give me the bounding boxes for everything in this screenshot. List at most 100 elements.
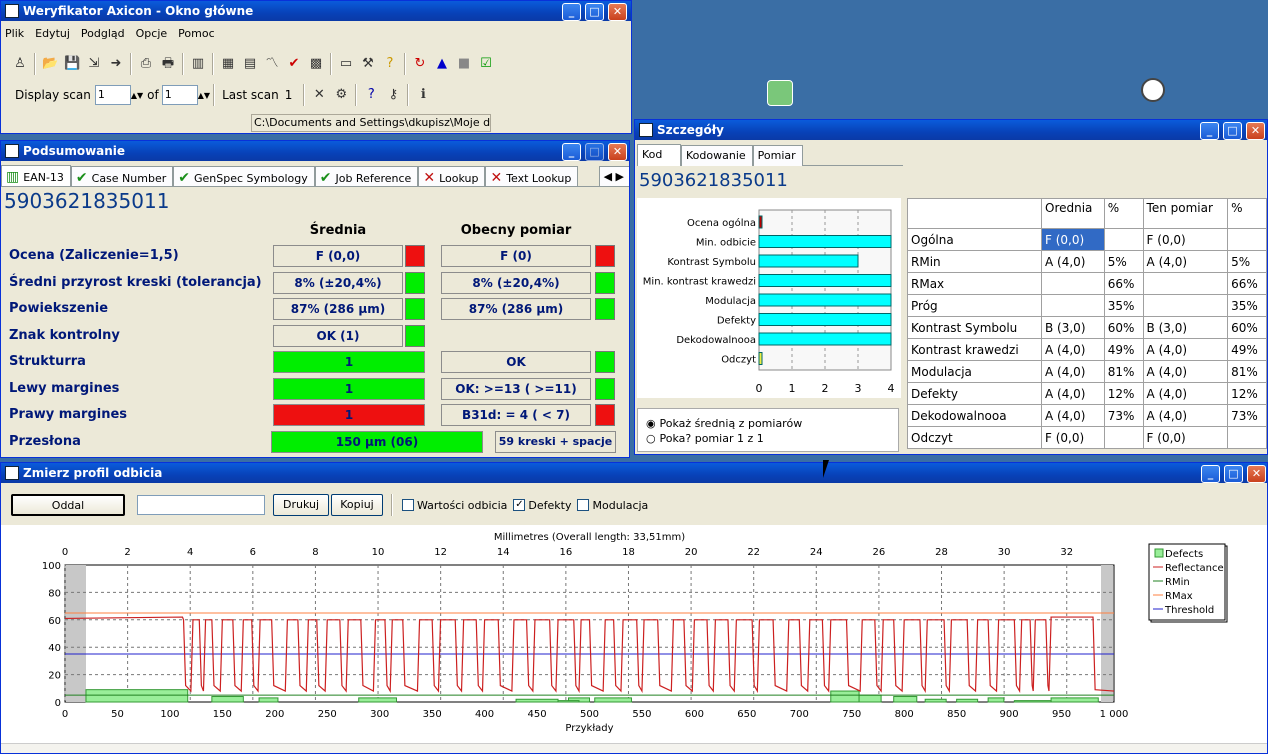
details-minimize-button[interactable]: _ [1200,122,1219,140]
header-cell: Ten pomiar [1142,198,1229,229]
details-window: Szczegóły _ □ ✕ Kod Kodowanie Pomiar 5903621… [634,119,1268,455]
table-icon[interactable]: ▤ [242,56,258,72]
table-cell: A (4,0) [1041,404,1105,427]
profile-title: Zmierz profil odbicia [23,466,163,480]
info-icon[interactable]: ℹ [415,87,431,103]
menu-opcje[interactable]: Opcje [132,27,175,40]
details-maximize-button[interactable]: □ [1223,122,1242,140]
export-icon[interactable]: ⇲ [86,56,102,72]
stop-icon[interactable]: ■ [456,56,472,72]
tab-case-number[interactable]: ✔ Case Number [70,166,174,186]
open-icon[interactable]: 📂 [42,56,58,72]
approve-icon[interactable]: ☑ [478,56,494,72]
printer-icon[interactable]: 🖶 [160,56,176,72]
code128-icon[interactable]: ▩ [308,56,324,72]
help-query-icon[interactable]: ? [382,56,398,72]
desktop-icon-network[interactable] [767,80,793,106]
tab-genspec-symbology[interactable]: ✔ GenSpec Symbology [173,166,315,186]
tab-pomiar[interactable]: Pomiar [752,145,803,166]
scan-spinner[interactable]: ▲▼ [131,91,143,100]
mod-checkbox[interactable] [577,499,590,511]
grade-bar-chart: Ocena ogólna Min. odbicie Kontrast Symbolu… [637,198,901,398]
bottom-axis-tick: 750 [842,709,861,720]
print-icon[interactable]: ⎙ [138,56,154,72]
legend-swatch [1154,548,1164,558]
bar [758,254,859,268]
avg-status-indicator [405,324,425,347]
radio-avg[interactable]: ◉ Pokaż średnią z pomiarów [646,417,898,430]
desktop-icon-gs1[interactable] [1141,78,1165,102]
copy-button[interactable]: Kopiuj [331,494,383,516]
profile-titlebar[interactable]: Zmierz profil odbicia _ □ ✕ [1,463,1267,483]
user-icon[interactable]: ♙ [12,56,28,72]
close-button[interactable]: ✕ [608,3,627,21]
menu-podgląd[interactable]: Podgląd [77,27,132,40]
tab-job-reference[interactable]: ✔ Job Reference [314,166,419,186]
tools-icon[interactable]: ⚒ [360,56,376,72]
display-scan-input[interactable]: 1 [94,85,131,105]
profile-maximize-button[interactable]: □ [1224,465,1243,483]
of-input[interactable]: 1 [161,85,198,105]
x-axis-label: Przykłady [565,723,613,734]
table-cell [1041,272,1105,295]
legend-label: RMax [1165,591,1193,602]
table-cell [1103,228,1144,251]
key-icon[interactable]: ⚷ [385,87,401,103]
menu-edytuj[interactable]: Edytuj [31,27,77,40]
avg-status-indicator [405,298,425,320]
summary-titlebar[interactable]: Podsumowanie _ □ ✕ [1,141,629,161]
table-cell: 81% [1227,360,1267,383]
summary-close-button[interactable]: ✕ [608,143,627,161]
navigate-icon[interactable]: ▲ [434,56,450,72]
clear-icon[interactable]: ✕ [311,87,327,103]
barcode-icon: ▥ [6,169,20,185]
profile-minimize-button[interactable]: _ [1201,465,1220,483]
minimize-button[interactable]: _ [562,3,581,21]
table-row: Defekty A (4,0) 12% A (4,0) 12% [907,382,1267,405]
settings-icon[interactable]: ⚙ [333,87,349,103]
main-titlebar[interactable]: Weryfikator Axicon - Okno główne _ □ ✕ [1,1,631,21]
defect-bar [258,697,279,703]
tab-text-lookup[interactable]: ✕ Text Lookup [485,166,579,186]
top-axis-tick: 26 [873,547,886,558]
refresh-icon[interactable]: ↻ [412,56,428,72]
barcode-icon[interactable]: ▥ [190,56,206,72]
summary-minimize-button[interactable]: _ [562,143,581,161]
defects-checkbox[interactable]: ✓ [513,499,526,511]
cur-status-indicator [595,377,615,400]
bar-axis-tick: 4 [888,382,895,395]
top-axis-tick: 10 [372,547,385,558]
graph-icon[interactable]: 〽 [264,56,280,72]
of-label: of [147,88,159,102]
print-button[interactable]: Drukuj [273,494,329,516]
check-icon[interactable]: ✔ [286,56,302,72]
grid-icon[interactable]: ▦ [220,56,236,72]
details-titlebar[interactable]: Szczegóły _ □ ✕ [635,120,1267,140]
help-icon[interactable]: ? [363,87,379,103]
details-table: Orednia% Ten pomiar% Ogólna F (0,0) F (0,0) R… [907,198,1267,449]
bar [758,235,892,248]
details-close-button[interactable]: ✕ [1246,122,1265,140]
profile-close-button[interactable]: ✕ [1247,465,1266,483]
forward-icon[interactable]: ➜ [108,56,124,72]
tab-kod[interactable]: Kod [637,144,681,166]
table-cell: 35% [1227,294,1267,317]
menu-pomoc[interactable]: Pomoc [174,27,221,40]
col-cur-header: Obecny pomiar [460,223,572,238]
bottom-axis-tick: 50 [111,709,124,720]
tab-kodowanie[interactable]: Kodowanie [681,145,753,166]
tab-scroll[interactable]: ◀ ▶ [598,166,629,186]
reflect-checkbox[interactable] [402,499,414,511]
radio-single[interactable]: ○ Poka? pomiar 1 z 1 [646,432,898,445]
scanner-icon[interactable]: ▭ [338,56,354,72]
zoom-out-button[interactable]: Oddal [11,494,125,516]
horizontal-scrollbar[interactable] [1,743,1267,753]
menu-plik[interactable]: Plik [1,27,31,40]
of-spinner[interactable]: ▲▼ [198,91,210,100]
maximize-button[interactable]: □ [585,3,604,21]
tab-lookup[interactable]: ✕ Lookup [418,166,486,186]
top-axis-tick: 28 [935,547,948,558]
summary-maximize-button[interactable]: □ [585,143,604,161]
tab-ean-13[interactable]: ▥ EAN-13 [1,165,71,186]
save-icon[interactable]: 💾 [64,56,80,72]
